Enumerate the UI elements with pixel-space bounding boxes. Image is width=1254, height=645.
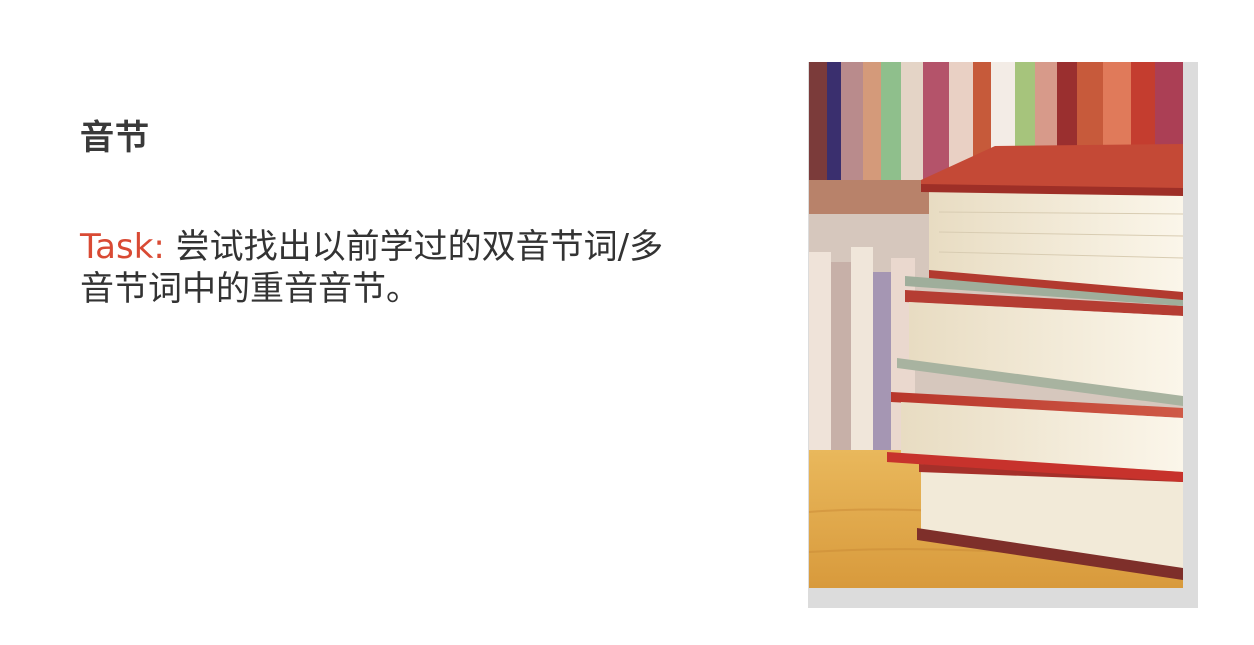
- task-label: Task:: [80, 227, 165, 267]
- slide: 音节 Task: 尝试找出以前学过的双音节词/多音节词中的重音音节。: [0, 0, 1254, 645]
- slide-title: 音节: [80, 118, 150, 158]
- books-illustration: [809, 62, 1183, 588]
- task-paragraph: Task: 尝试找出以前学过的双音节词/多音节词中的重音音节。: [80, 226, 690, 310]
- task-text: 尝试找出以前学过的双音节词/多音节词中的重音音节。: [80, 227, 664, 309]
- books-photo-frame: [808, 62, 1198, 608]
- books-photo: [809, 62, 1183, 588]
